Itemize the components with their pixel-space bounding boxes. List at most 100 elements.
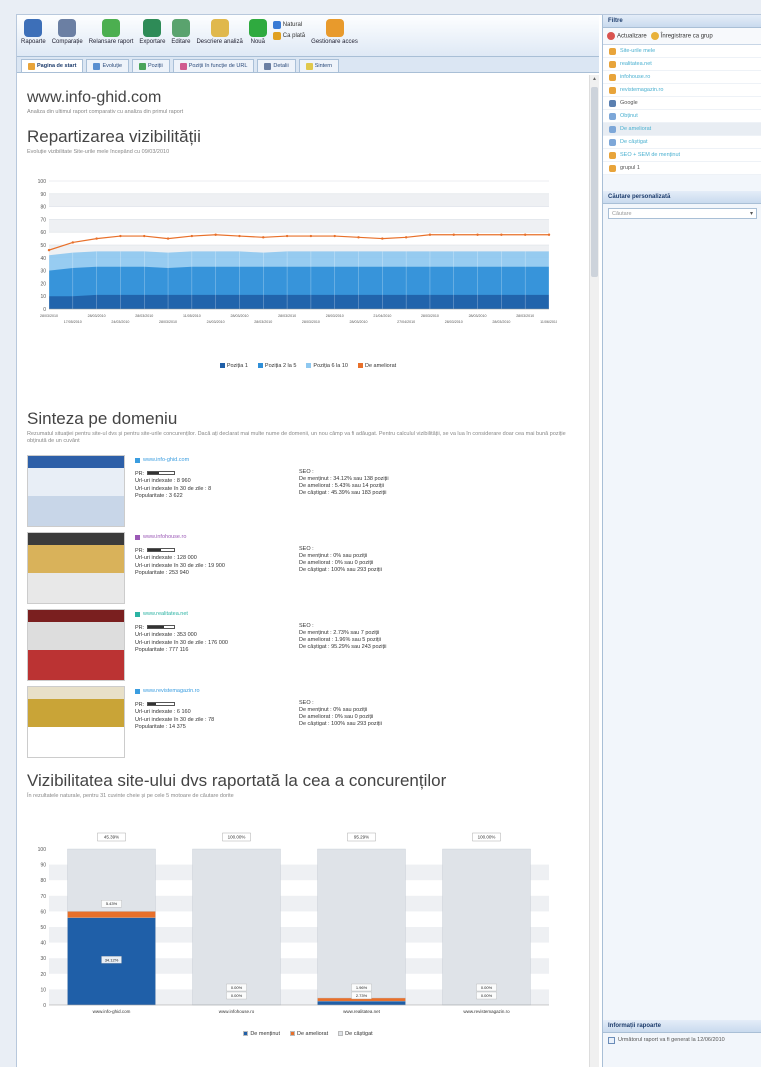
main-content: www.info-ghid.com Analiza din ultimul ra…	[17, 75, 589, 1067]
y-tick-label: 30	[40, 956, 46, 962]
filter-item[interactable]: SEO + SEM de menținut	[603, 149, 761, 162]
y-tick-label: 10	[40, 987, 46, 993]
filter-item[interactable]: De câștigat	[603, 136, 761, 149]
x-category-label: www.infohouse.ro	[219, 1009, 255, 1014]
domain-link[interactable]: www.info-ghid.com	[143, 457, 189, 465]
tab-icon	[264, 62, 272, 70]
search-type-group: Natural Ca plată	[272, 21, 305, 43]
x-tick-label: 28/03/2010	[278, 314, 296, 318]
bar-top-label: 100.00%	[228, 835, 246, 840]
seo-summary: SEO : De menținut : 0% sau poziții De amel…	[299, 546, 382, 574]
folder-icon	[609, 164, 616, 172]
coin-icon	[272, 32, 281, 40]
toolbar-button-3[interactable]: Exportare	[139, 19, 165, 45]
bar-keep-label: 0.00%	[231, 993, 243, 998]
tab-2[interactable]: Poziții	[132, 59, 170, 72]
x-tick-label: 28/03/2010	[88, 314, 106, 318]
tab-0[interactable]: Pagina de start	[21, 59, 84, 72]
section-visibility-title: Repartizarea vizibilității	[27, 127, 201, 146]
section-synthesis-title: Sinteza pe domeniu	[27, 409, 178, 428]
save-group-button[interactable]: Înregistrare ca grup	[650, 32, 713, 40]
filter-item[interactable]: Site-urile mele	[603, 45, 761, 58]
share-access-label: Gestionare acces	[311, 39, 358, 45]
tab-label: Sintern	[314, 63, 333, 69]
filter-item[interactable]: realitatea.net	[603, 58, 761, 71]
bar-top-label: 95.29%	[354, 835, 369, 840]
indexed-urls-30d: Url-uri indexate în 30 de zile : 78	[135, 716, 215, 723]
toolbar-button-0[interactable]: Rapoarte	[21, 19, 46, 45]
search-type-option[interactable]: Ca plată	[272, 32, 305, 40]
y-tick-label: 0	[43, 307, 46, 313]
filter-item[interactable]: Google	[603, 97, 761, 110]
folder-icon	[609, 73, 616, 81]
tab-label: Evoluție	[102, 63, 123, 69]
update-button[interactable]: Actualizare	[607, 32, 647, 40]
filter-buttons: Actualizare Înregistrare ca grup	[603, 28, 761, 45]
toolbar-button-6[interactable]: Nouă	[248, 19, 267, 45]
tab-icon	[93, 62, 101, 70]
save-icon	[650, 32, 659, 40]
tab-4[interactable]: Detalii	[257, 59, 296, 72]
filter-item[interactable]: revistemagazin.ro	[603, 84, 761, 97]
tab-1[interactable]: Evoluție	[86, 59, 130, 72]
improve-point	[71, 241, 75, 244]
y-tick-label: 100	[38, 179, 47, 185]
bar-segment-2	[317, 848, 406, 999]
domain-link[interactable]: www.infohouse.ro	[143, 534, 186, 542]
pagerank-bar	[147, 702, 176, 707]
domain-info: www.infohouse.ro PR: Url-uri indexate : 12…	[135, 534, 225, 578]
tab-3[interactable]: Poziții în funcție de URL	[172, 59, 255, 72]
filter-item[interactable]: De ameliorat	[603, 123, 761, 136]
search-select[interactable]: Căutare ▾	[608, 208, 757, 219]
tab-label: Pagina de start	[37, 63, 77, 69]
scroll-thumb[interactable]	[591, 87, 598, 277]
legend-label: De ameliorat	[296, 1031, 329, 1037]
y-tick-label: 60	[40, 909, 46, 915]
domain-link[interactable]: www.revistemagazin.ro	[143, 688, 200, 696]
pagerank-fill	[148, 549, 162, 552]
pagerank-label: PR:	[135, 624, 145, 631]
x-tick-label: 11/06/2010	[540, 320, 557, 324]
main-scrollbar[interactable]: ▲	[589, 75, 599, 1067]
update-label: Actualizare	[617, 33, 647, 40]
improve-point	[262, 236, 265, 239]
search-type-option[interactable]: Natural	[272, 21, 305, 29]
seo-summary: SEO : De menținut : 2.73% sau 7 poziții De…	[299, 623, 386, 651]
domain-name[interactable]: www.revistemagazin.ro	[135, 688, 214, 696]
domain-info: www.revistemagazin.ro PR: Url-uri indexate…	[135, 688, 214, 732]
filter-item[interactable]: grupul 1	[603, 162, 761, 175]
bar-top-label: 100.00%	[478, 835, 496, 840]
site-screenshot	[27, 686, 125, 758]
filter-item[interactable]: infohouse.ro	[603, 71, 761, 84]
seo-summary: SEO : De menținut : 0% sau poziții De amel…	[299, 700, 382, 728]
domain-name[interactable]: www.realitatea.net	[135, 611, 228, 619]
pagerank-label: PR:	[135, 547, 145, 554]
toolbar-button-2[interactable]: Relansare raport	[89, 19, 133, 45]
popularity: Popularitate : 14 375	[135, 724, 186, 730]
globe-icon	[272, 21, 281, 29]
section-comparison-title: Vizibilitatea site-ului dvs raportată la…	[27, 771, 447, 790]
toolbar-button-4[interactable]: Editare	[171, 19, 190, 45]
domain-color-swatch	[135, 689, 140, 695]
domain-name[interactable]: www.info-ghid.com	[135, 457, 211, 465]
bar-segment-2	[192, 848, 281, 1006]
domain-color-swatch	[135, 458, 140, 464]
domain-name[interactable]: www.infohouse.ro	[135, 534, 225, 542]
seo-keep: De menținut : 2.73% sau 7 poziții	[299, 630, 380, 636]
tab-5[interactable]: Sintern	[298, 59, 340, 72]
share-access-button[interactable]: Gestionare acces	[311, 19, 358, 45]
toolbar-button-5[interactable]: Descriere analiză	[196, 19, 243, 45]
legend-swatch	[357, 363, 363, 369]
legend-item: De câștigat	[338, 1031, 373, 1037]
pagerank-row: PR:	[135, 548, 225, 556]
bar-keep-label: 2.73%	[356, 993, 368, 998]
legend-label: De menținut	[250, 1031, 280, 1037]
toolbar-button-1[interactable]: Comparație	[52, 19, 83, 45]
scroll-up-icon[interactable]: ▲	[591, 76, 598, 84]
filter-item[interactable]: Obținut	[603, 110, 761, 123]
site-screenshot	[27, 609, 125, 681]
legend-label: Poziția 2 la 5	[264, 363, 297, 369]
section-synthesis-subtitle: Rezumatul situației pentru site-ul dvs ș…	[27, 431, 566, 444]
legend-label: Poziția 6 la 10	[313, 363, 348, 369]
domain-link[interactable]: www.realitatea.net	[143, 611, 188, 619]
